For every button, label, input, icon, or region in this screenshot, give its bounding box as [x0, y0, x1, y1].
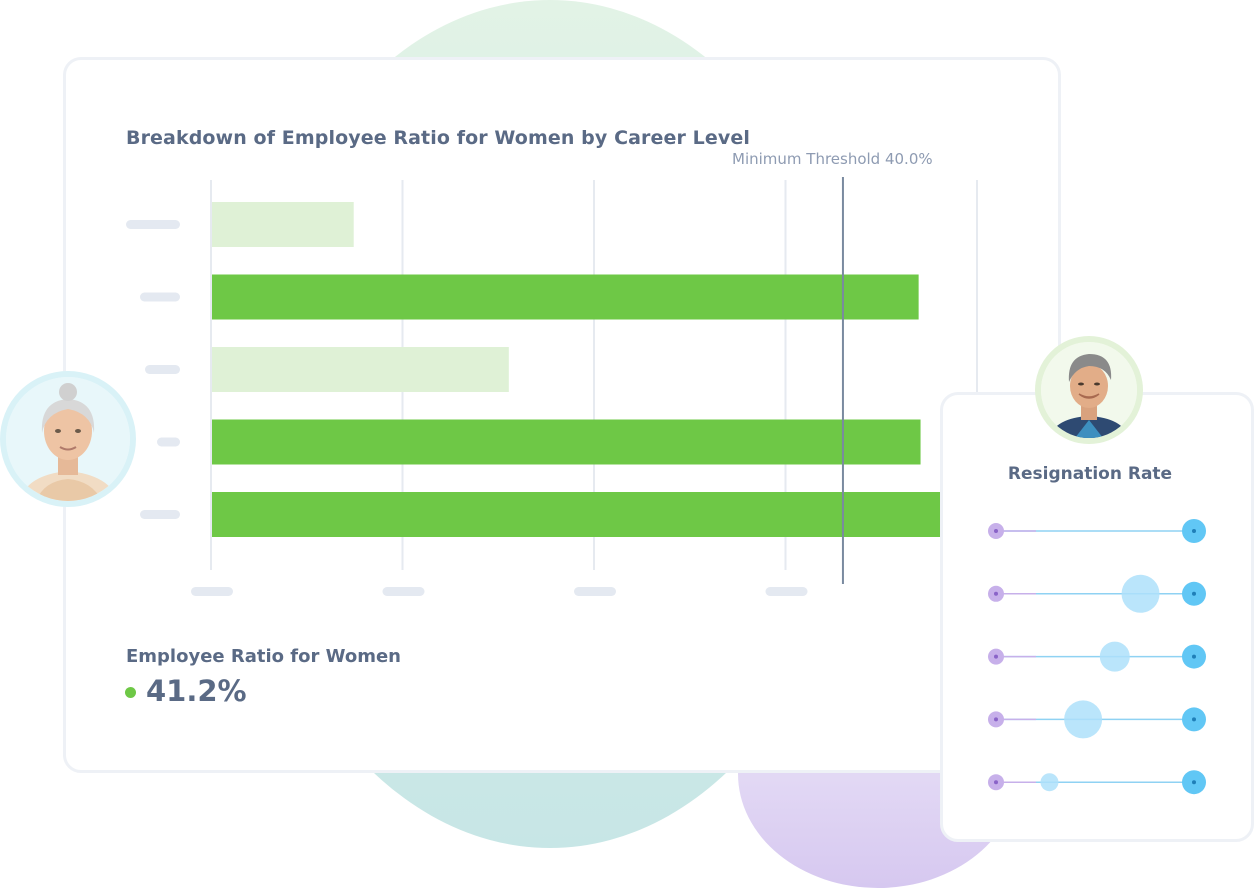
chart-title: Breakdown of Employee Ratio for Women by… [126, 127, 750, 149]
y-tick-label [157, 437, 180, 447]
threshold-label: Minimum Threshold 40.0% [732, 150, 933, 168]
bar [212, 419, 921, 465]
y-tick-label [126, 220, 180, 229]
resignation-title: Resignation Rate [1007, 464, 1173, 484]
man-portrait-icon [1041, 342, 1137, 438]
bar [212, 202, 354, 247]
resignation-card [940, 392, 1254, 842]
avatar-man [1035, 336, 1143, 444]
x-tick-label [191, 587, 233, 596]
y-tick-label [140, 510, 180, 519]
x-tick-label [765, 587, 808, 596]
metric-label: Employee Ratio for Women [126, 646, 402, 667]
bar [212, 347, 509, 392]
metric-status-dot [125, 687, 136, 698]
avatar-woman [0, 371, 136, 507]
y-tick-label [140, 292, 180, 302]
woman-portrait-icon [6, 377, 130, 501]
y-tick-label [145, 365, 180, 374]
metric-value: 41.2% [146, 674, 247, 708]
x-tick-label [574, 587, 616, 596]
x-tick-label [382, 587, 425, 596]
bar [212, 274, 919, 320]
bar [212, 492, 948, 537]
